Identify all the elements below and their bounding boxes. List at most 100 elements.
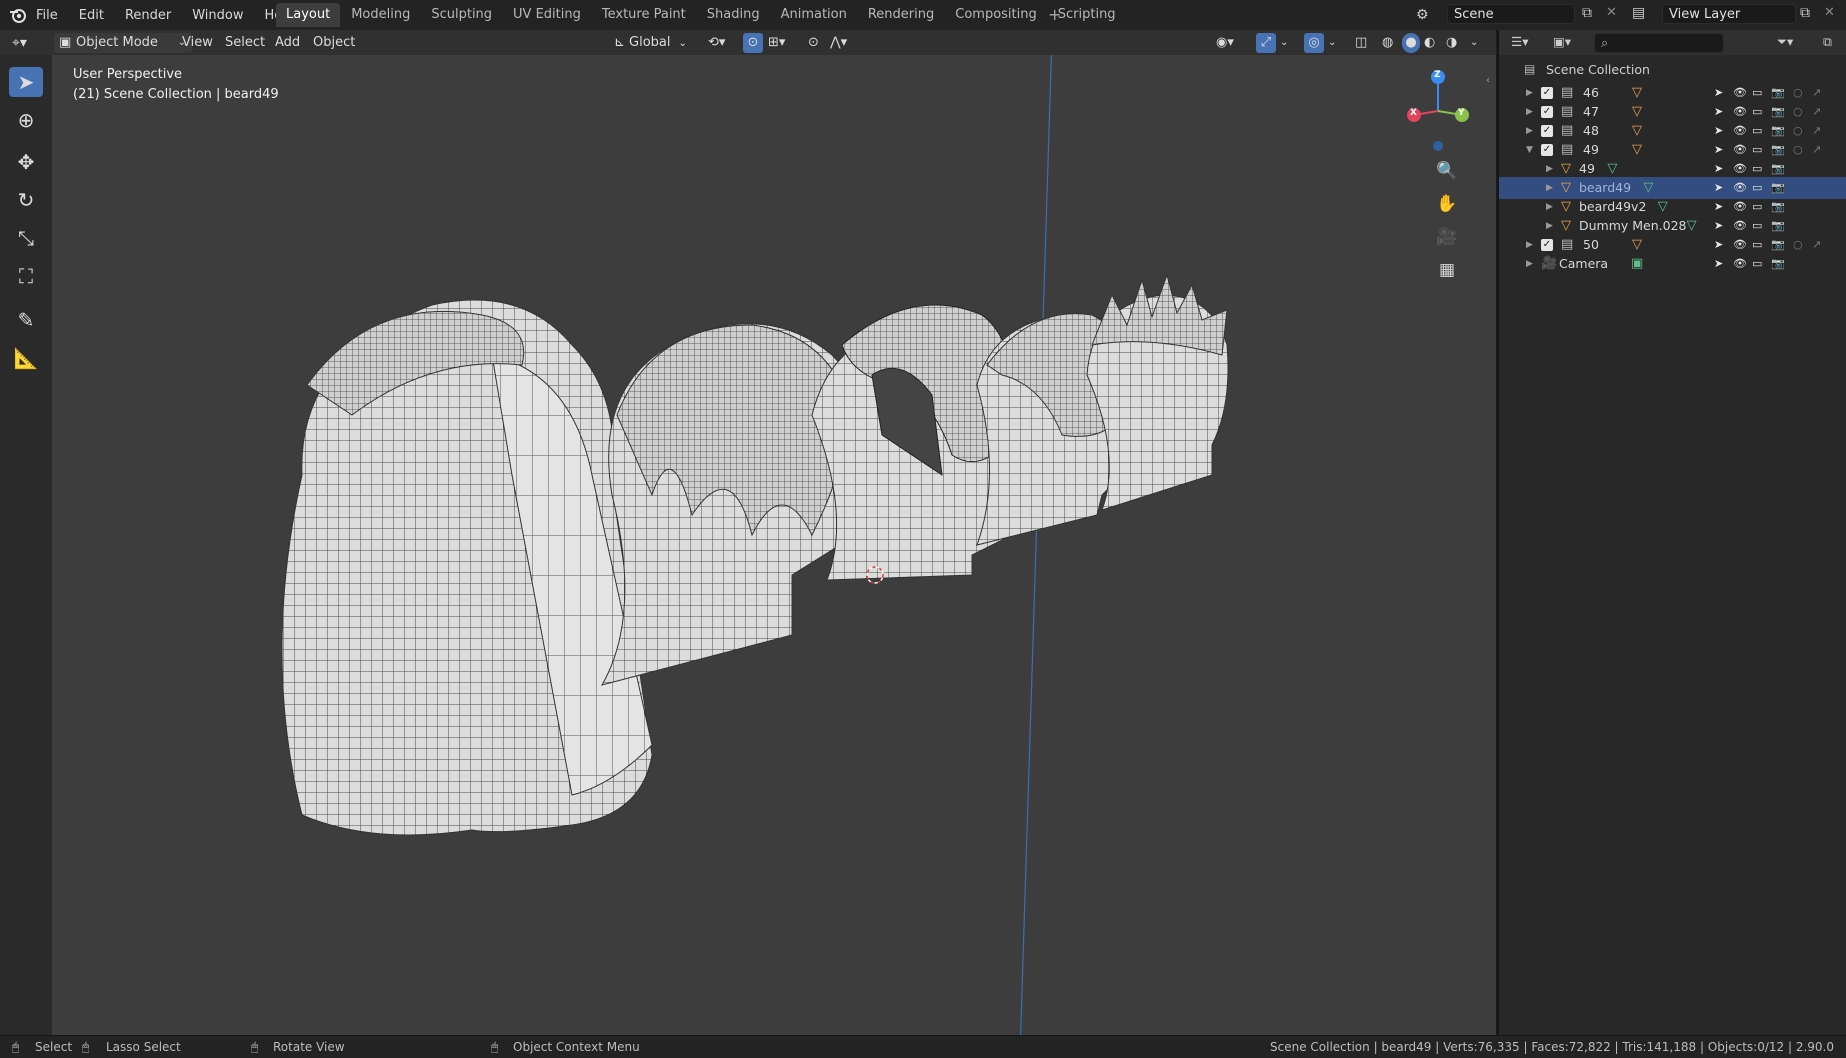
status-rotate: Rotate View (273, 1040, 345, 1054)
tab-rendering[interactable]: Rendering (858, 3, 944, 27)
monitor-viewport-icon[interactable]: ▭ (1752, 253, 1762, 275)
status-lasso: Lasso Select (106, 1040, 181, 1054)
expand-toggle-icon[interactable]: ▶ (1526, 253, 1533, 275)
viewport-scene (281, 55, 1229, 1035)
tab-sculpting[interactable]: Sculpting (421, 3, 502, 27)
gizmo-toggle-icon[interactable]: ⤢ (1256, 33, 1276, 53)
status-select: Select (35, 1040, 73, 1054)
menu-edit[interactable]: Edit (79, 8, 104, 23)
move-tool-icon[interactable]: ✥ (9, 147, 43, 177)
menu-render[interactable]: Render (125, 8, 171, 23)
tab-animation[interactable]: Animation (771, 3, 857, 27)
gizmo-dropdown-icon[interactable]: ⌄ (1280, 33, 1288, 53)
sidebar-toggle-icon[interactable]: ‹ (1486, 75, 1490, 86)
eye-visibility-icon[interactable]: 👁 (1733, 253, 1747, 275)
new-view-layer-icon[interactable]: ⧉ (1800, 5, 1810, 21)
exclude-checkbox[interactable]: ✓ (1541, 106, 1553, 118)
material-shading-icon[interactable]: ◐ (1424, 33, 1435, 53)
rotate-tool-icon[interactable]: ↻ (9, 185, 43, 215)
outliner-editor-icon[interactable]: ☰▾ (1511, 34, 1528, 49)
xray-toggle-icon[interactable]: ◫ (1355, 33, 1367, 53)
tab-modeling[interactable]: Modeling (341, 3, 420, 27)
scene-name-field[interactable]: Scene (1447, 4, 1575, 24)
transform-tool-icon[interactable]: ⛶ (9, 261, 43, 291)
display-mode-icon[interactable]: ▣▾ (1553, 34, 1571, 49)
overlay-dropdown-icon[interactable]: ⌄ (1328, 33, 1336, 53)
tab-texture-paint[interactable]: Texture Paint (592, 3, 696, 27)
falloff-icon[interactable]: ⋀▾ (830, 33, 847, 53)
perspective-label: User Perspective (73, 67, 183, 82)
3d-viewport[interactable]: User Perspective (21) Scene Collection |… (52, 55, 1496, 1035)
perspective-toggle-icon[interactable]: ▦ (1433, 256, 1461, 284)
outliner-item-label: Camera (1559, 256, 1609, 271)
outliner-row[interactable]: ▶ 🎥 Camera ▣ ➤ 👁 ▭ 📷 (1499, 253, 1846, 275)
object-mode-icon: ▣ (59, 35, 72, 50)
zoom-icon[interactable]: 🔍 (1433, 157, 1461, 185)
proportional-edit-icon[interactable]: ⊙ (808, 33, 819, 53)
solid-shading-icon[interactable]: ● (1402, 33, 1420, 53)
exclude-checkbox[interactable]: ✓ (1541, 125, 1553, 137)
mouse-middle-icon: 🖱 (251, 1040, 259, 1054)
menu-window[interactable]: Window (192, 8, 243, 23)
camera-object-icon: 🎥 (1541, 256, 1558, 271)
object-mode-label: Object Mode (76, 35, 158, 50)
outliner-header: ☰▾ ▣▾ ⌕ ⏷▾ ⧉ (1499, 30, 1846, 55)
scene-collection-icon: ▤ (1524, 62, 1536, 76)
tab-layout[interactable]: Layout (276, 3, 341, 27)
snap-toggle-icon[interactable]: ⊙ (743, 33, 763, 53)
snap-target-icon[interactable]: ⊞▾ (768, 33, 785, 53)
chevron-down-icon: ⌄ (678, 38, 687, 49)
select-menu[interactable]: Select (225, 33, 265, 53)
scene-icon[interactable]: ⚙ (1416, 7, 1429, 23)
view-layer-field[interactable]: View Layer (1662, 4, 1796, 24)
outliner-search-input[interactable]: ⌕ (1594, 33, 1724, 53)
shading-dropdown-icon[interactable]: ⌄ (1470, 33, 1478, 53)
object-menu[interactable]: Object (313, 33, 355, 53)
blender-logo-icon[interactable] (9, 6, 27, 24)
camera-data-icon: ▣ (1631, 256, 1644, 271)
visibility-icon[interactable]: ◉▾ (1216, 33, 1234, 53)
tab-shading[interactable]: Shading (697, 3, 770, 27)
select-box-tool-icon[interactable]: ➤ (9, 67, 43, 97)
rendered-shading-icon[interactable]: ◑ (1446, 33, 1457, 53)
new-scene-icon[interactable]: ⧉ (1582, 5, 1592, 21)
gizmo-y-label: Y (1458, 108, 1465, 118)
hair-model-1 (281, 299, 653, 836)
mouse-right-icon: 🖱 (491, 1040, 499, 1054)
tab-uv-editing[interactable]: UV Editing (503, 3, 591, 27)
annotate-tool-icon[interactable]: ✎ (9, 305, 43, 335)
measure-tool-icon[interactable]: 📐 (9, 343, 43, 373)
exclude-checkbox[interactable]: ✓ (1541, 87, 1553, 99)
search-icon: ⌕ (1601, 36, 1609, 51)
top-bar: FileEditRenderWindowHelp LayoutModelingS… (0, 0, 1846, 31)
collection-label: (21) Scene Collection | beard49 (73, 87, 279, 102)
pivot-point-icon[interactable]: ⟲▾ (708, 33, 725, 53)
scene-collection-label[interactable]: Scene Collection (1546, 62, 1650, 77)
filter-icon[interactable]: ⏷▾ (1777, 34, 1793, 50)
overlay-toggle-icon[interactable]: ◎ (1304, 33, 1324, 53)
orientation-icon: ⊾ (614, 35, 630, 50)
editor-type-icon[interactable]: ⌖▾ (12, 33, 27, 53)
view-menu[interactable]: View (182, 33, 213, 53)
camera-view-icon[interactable]: 🎥 (1433, 223, 1461, 251)
scale-tool-icon[interactable]: ⤡ (9, 223, 43, 253)
wireframe-shading-icon[interactable]: ◍ (1382, 33, 1393, 53)
main-menu: FileEditRenderWindowHelp (36, 0, 315, 30)
menu-file[interactable]: File (36, 8, 58, 23)
mouse-drag-icon: 🖱 (82, 1040, 90, 1054)
add-workspace-button[interactable]: + (1048, 5, 1061, 24)
restrict-select-icon[interactable]: ➤ (1714, 253, 1723, 275)
cursor-tool-icon[interactable]: ⊕ (9, 105, 43, 135)
exclude-checkbox[interactable]: ✓ (1541, 239, 1553, 251)
pan-hand-icon[interactable]: ✋ (1433, 190, 1461, 218)
add-menu[interactable]: Add (275, 33, 300, 53)
exclude-checkbox[interactable]: ✓ (1541, 144, 1553, 156)
object-mode-dropdown[interactable]: ▣ Object Mode ⌄ (54, 33, 192, 53)
close-scene-icon[interactable]: ✕ (1606, 5, 1617, 20)
new-collection-icon[interactable]: ⧉ (1823, 34, 1832, 50)
camera-render-icon[interactable]: 📷 (1771, 253, 1785, 275)
transform-orientation-dropdown[interactable]: ⊾ Global ⌄ (614, 33, 694, 53)
view-layer-icon[interactable]: ▤ (1632, 5, 1645, 21)
close-view-layer-icon[interactable]: ✕ (1824, 5, 1835, 20)
tab-compositing[interactable]: Compositing (945, 3, 1047, 27)
